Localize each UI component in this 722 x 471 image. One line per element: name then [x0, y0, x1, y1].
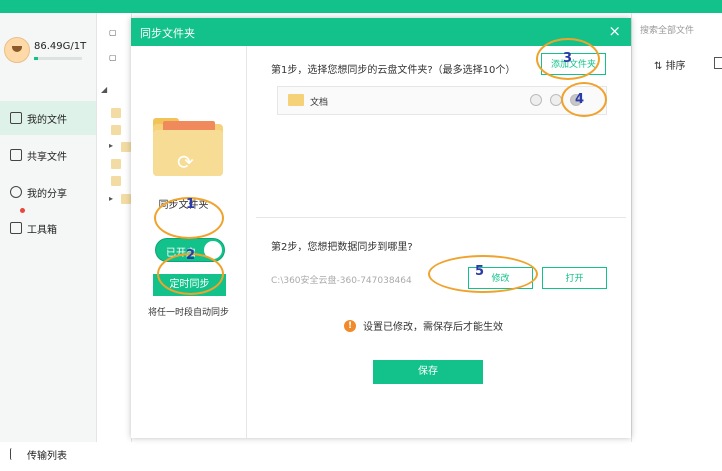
storage-info: 86.49G/1T [4, 37, 94, 77]
storage-bar [34, 57, 82, 60]
shared-files-icon [10, 149, 22, 161]
tree-folder-icon[interactable] [111, 159, 121, 169]
sync-settings-panel: ⟳ 同步文件夹 已开启 定时同步 将任一时段自动同步 [131, 46, 247, 438]
folder-front: ⟳ [153, 130, 223, 176]
share-icon [10, 186, 22, 198]
step2-instruction: 第2步，您想把数据同步到哪里? [271, 242, 413, 253]
sidebar-item-label: 传输列表 [27, 450, 67, 462]
search-input[interactable]: 搜索全部文件 [640, 23, 720, 36]
sidebar-item-label: 共享文件 [27, 151, 67, 163]
folder-tree: ▢ ▢ ◢ ▸ ▸ [97, 13, 132, 442]
folder-list-area [256, 114, 626, 218]
tree-folder-icon[interactable] [111, 125, 121, 135]
tree-folder-icon[interactable] [121, 194, 131, 204]
file-area-toolbar: 搜索全部文件 ⇅ 排序 [631, 13, 722, 442]
avatar[interactable] [4, 37, 30, 63]
warning-icon: ! [344, 319, 356, 332]
sync-toggle[interactable]: 已开启 [155, 238, 225, 262]
tree-item-icon[interactable]: ▢ [109, 53, 117, 62]
sync-folder-label: 同步文件夹 [158, 200, 209, 211]
toggle-label: 已开启 [166, 248, 196, 259]
open-folder-button[interactable]: 打开 [542, 267, 607, 289]
sidebar-item-label: 我的文件 [27, 114, 67, 126]
modify-path-button[interactable]: 修改 [468, 267, 533, 289]
dialog-title: 同步文件夹 [140, 27, 195, 40]
sidebar-item-toolbox[interactable]: 工具箱 [0, 208, 96, 245]
files-icon [10, 112, 22, 124]
storage-text: 86.49G/1T [34, 41, 87, 52]
close-icon[interactable]: × [608, 22, 621, 40]
storage-bar-fill [34, 57, 39, 60]
tree-expand-icon[interactable]: ▸ [109, 141, 113, 150]
timed-sync-description: 将任一时段自动同步 [147, 308, 229, 318]
unsaved-warning: ! 设置已修改，需保存后才能生效 [344, 318, 503, 333]
step1-instruction: 第1步，选择您想同步的云盘文件夹?（最多选择10个） [271, 65, 516, 76]
sidebar-item-label: 工具箱 [27, 224, 57, 236]
tree-expand-icon[interactable]: ◢ [101, 85, 107, 94]
sync-folder-icon: ⟳ [153, 118, 223, 176]
selected-folder-row[interactable]: 文档 [277, 86, 607, 115]
folder-option-icon[interactable] [550, 94, 562, 106]
sidebar: 86.49G/1T 我的文件 共享文件 我的分享 工具箱 传输列表 [0, 13, 97, 462]
toolbox-icon [10, 222, 22, 234]
sidebar-item-shared-files[interactable]: 共享文件 [0, 138, 96, 172]
warning-text: 设置已修改，需保存后才能生效 [363, 322, 503, 333]
sort-label: 排序 [665, 61, 686, 72]
local-path: C:\360安全云盘-360-747038464 [271, 276, 412, 286]
folder-option-icon[interactable] [530, 94, 542, 106]
sidebar-item-my-files[interactable]: 我的文件 [0, 101, 96, 135]
tree-item-icon[interactable]: ▢ [109, 28, 117, 37]
view-mode-icon[interactable] [714, 57, 722, 69]
tree-folder-icon[interactable] [121, 142, 131, 152]
tree-folder-icon[interactable] [111, 176, 121, 186]
timed-sync-button[interactable]: 定时同步 [153, 274, 226, 296]
folder-name: 文档 [310, 98, 329, 108]
sync-folder-dialog: 同步文件夹 × ⟳ 同步文件夹 已开启 定时同步 将任一时段自动同步 第1步，选… [131, 18, 631, 438]
remove-folder-icon[interactable] [570, 94, 582, 106]
add-folder-button[interactable]: 添加文件夹 [541, 53, 606, 75]
transfer-icon [10, 448, 22, 460]
sidebar-item-transfer-list[interactable]: 传输列表 [0, 437, 96, 471]
app-top-bar [0, 0, 722, 13]
toggle-knob [204, 241, 222, 259]
sidebar-item-my-shares[interactable]: 我的分享 [0, 175, 96, 209]
save-button[interactable]: 保存 [373, 360, 483, 384]
sync-icon: ⟳ [177, 150, 194, 174]
dialog-header: 同步文件夹 × [131, 18, 631, 46]
notification-dot [20, 208, 25, 213]
folder-icon [288, 94, 304, 106]
tree-expand-icon[interactable]: ▸ [109, 194, 113, 203]
sort-button[interactable]: ⇅ 排序 [654, 57, 686, 72]
sidebar-item-label: 我的分享 [27, 188, 67, 200]
tree-folder-icon[interactable] [111, 108, 121, 118]
